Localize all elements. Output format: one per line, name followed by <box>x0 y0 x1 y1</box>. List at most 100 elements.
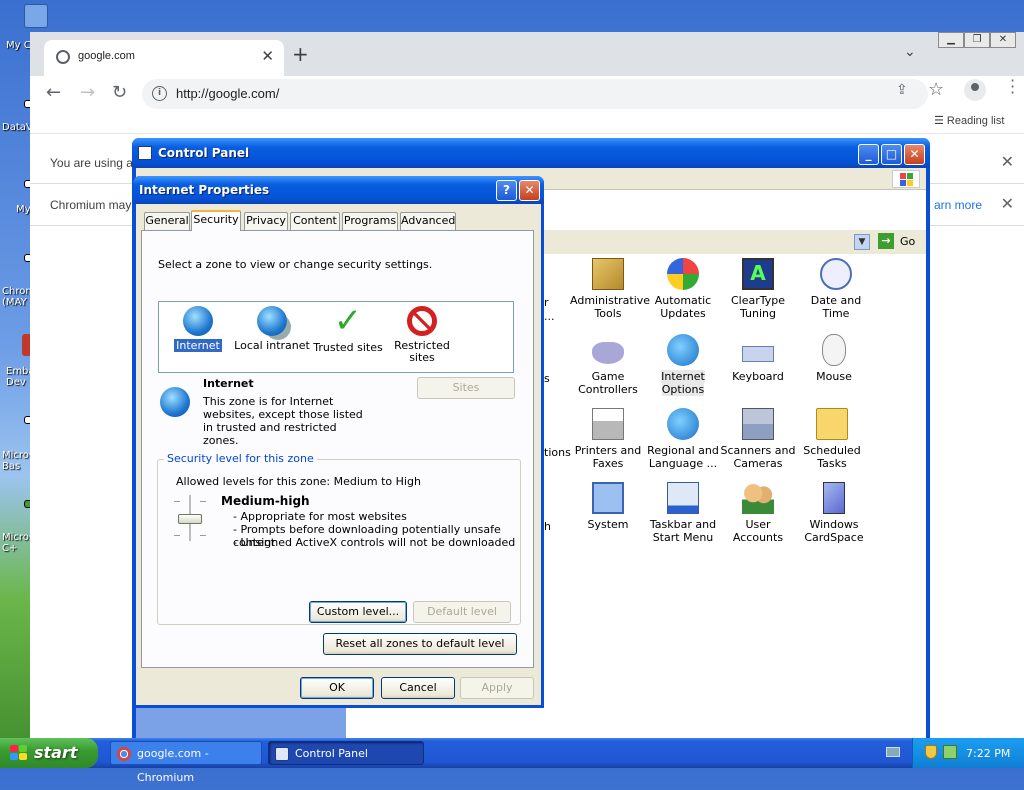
minimize-button[interactable]: _ <box>858 144 879 165</box>
task-pane-footer <box>136 706 346 738</box>
tab-advanced[interactable]: Advanced <box>400 212 456 230</box>
desktop-icon-my-computer[interactable]: My C <box>0 4 48 52</box>
address-dropdown-button[interactable]: ▼ <box>854 234 870 250</box>
close-tab-icon[interactable]: ✕ <box>261 47 274 65</box>
cp-item-cleartype-tuning[interactable]: A ClearType Tuning <box>720 258 796 320</box>
cp-item-game-controllers[interactable]: Game Controllers <box>570 334 646 396</box>
allowed-levels-text: Allowed levels for this zone: Medium to … <box>176 475 421 488</box>
cp-item-regional-language[interactable]: Regional and Language ... <box>645 408 721 470</box>
help-button[interactable]: ? <box>496 180 517 201</box>
desktop-icon-datav[interactable]: DataV <box>0 100 34 134</box>
tab-google[interactable]: google.com ✕ <box>44 40 284 76</box>
zone-info-globe-icon <box>160 387 190 417</box>
control-panel-titlebar[interactable]: Control Panel _ □ ✕ <box>132 138 930 168</box>
close-button[interactable]: ✕ <box>990 32 1016 48</box>
keyboard-tray-icon[interactable] <box>886 747 900 757</box>
dialog-titlebar[interactable]: Internet Properties ? ✕ <box>133 176 544 204</box>
address-bar[interactable]: i http://google.com/ <box>142 79 928 109</box>
chevron-down-icon[interactable]: ⌄ <box>904 44 916 60</box>
minimize-button[interactable]: ▁ <box>938 32 964 48</box>
zone-label: Restricted sites <box>394 339 450 364</box>
tab-content[interactable]: Content <box>290 212 340 230</box>
slider-thumb[interactable] <box>178 514 202 524</box>
forward-icon[interactable]: → <box>80 82 95 103</box>
cp-item-label: User Accounts <box>732 518 784 544</box>
custom-level-button[interactable]: Custom level... <box>309 601 407 623</box>
cp-item-user-accounts[interactable]: User Accounts <box>720 482 796 544</box>
cp-item-scheduled-tasks[interactable]: Scheduled Tasks <box>794 408 870 470</box>
chromium-icon <box>117 747 131 761</box>
sites-button[interactable]: Sites <box>417 377 515 399</box>
zone-internet[interactable]: Internet <box>159 304 237 353</box>
cp-item-date-time[interactable]: Date and Time <box>798 258 874 320</box>
apply-button[interactable]: Apply <box>460 677 534 699</box>
back-icon[interactable]: ← <box>46 82 61 103</box>
administrative-tools-icon <box>592 258 624 290</box>
cp-item-administrative-tools[interactable]: Administrative Tools <box>570 258 650 320</box>
close-icon[interactable]: ✕ <box>1001 152 1014 171</box>
go-button[interactable]: → Go <box>876 233 926 251</box>
profile-avatar-icon[interactable] <box>964 79 986 101</box>
cp-item-label: Mouse <box>816 370 852 383</box>
close-button[interactable]: ✕ <box>904 144 925 165</box>
tab-security[interactable]: Security <box>191 210 241 231</box>
game-controllers-icon <box>592 342 624 364</box>
windows-cardspace-icon <box>823 482 845 514</box>
windows-logo-icon <box>10 745 28 761</box>
internet-properties-dialog: Internet Properties ? ✕ General Security… <box>133 176 544 708</box>
reset-all-zones-button[interactable]: Reset all zones to default level <box>323 633 517 655</box>
cp-item-printers-faxes[interactable]: Printers and Faxes <box>570 408 646 470</box>
menu-kebab-icon[interactable]: · · · <box>1010 73 1015 101</box>
cp-item-automatic-updates[interactable]: Automatic Updates <box>645 258 721 320</box>
control-panel-icon <box>275 747 289 761</box>
start-button[interactable]: start <box>0 738 98 768</box>
local-intranet-icon <box>257 306 287 336</box>
cp-item-keyboard[interactable]: Keyboard <box>720 334 796 383</box>
zone-restricted-sites[interactable]: Restricted sites <box>383 304 461 364</box>
cp-item-system[interactable]: System <box>570 482 646 531</box>
security-level-group-label: Security level for this zone <box>164 452 317 465</box>
tab-title: google.com <box>78 50 135 62</box>
share-icon[interactable]: ⇪ <box>896 82 908 98</box>
reading-list-button[interactable]: ☰ Reading list <box>934 114 1004 127</box>
cleartype-tuning-icon: A <box>742 258 774 290</box>
info-icon[interactable]: i <box>152 86 167 101</box>
close-icon[interactable]: ✕ <box>1001 194 1014 213</box>
maximize-button[interactable]: ❐ <box>964 32 990 48</box>
cp-item-label: Scheduled Tasks <box>803 444 861 470</box>
close-button[interactable]: ✕ <box>519 180 540 201</box>
tab-general[interactable]: General <box>144 212 190 230</box>
cp-item-internet-options[interactable]: Internet Options <box>645 334 721 396</box>
cp-item-windows-cardspace[interactable]: Windows CardSpace <box>796 482 872 544</box>
taskbar-item-chromium[interactable]: google.com - Chromium <box>110 741 262 784</box>
default-level-button[interactable]: Default level <box>413 601 511 623</box>
cp-item-mouse[interactable]: Mouse <box>796 334 872 383</box>
security-level-slider[interactable] <box>172 495 208 541</box>
cp-item-scanners-cameras[interactable]: Scanners and Cameras <box>720 408 796 470</box>
new-tab-icon[interactable]: + <box>292 42 309 66</box>
security-shield-icon[interactable] <box>925 745 937 759</box>
learn-more-link[interactable]: arn more <box>934 198 982 212</box>
desktop-icon-embarcadero[interactable]: Emba Dev <box>0 334 35 394</box>
tab-programs[interactable]: Programs <box>342 212 398 230</box>
maximize-button[interactable]: □ <box>881 144 902 165</box>
network-tray-icon[interactable] <box>943 745 957 759</box>
security-level-name: Medium-high <box>221 494 310 508</box>
desktop-icon-my[interactable]: My <box>0 180 34 216</box>
zone-local-intranet[interactable]: Local intranet <box>233 304 311 352</box>
cp-item-taskbar-start-menu[interactable]: Taskbar and Start Menu <box>645 482 721 544</box>
taskbar-item-control-panel[interactable]: Control Panel <box>268 741 424 765</box>
tab-privacy[interactable]: Privacy <box>244 212 288 230</box>
computer-icon <box>24 4 48 28</box>
infobar-text: Chromium may <box>50 198 132 212</box>
desktop-icon-ms-basic[interactable]: Micros Bas <box>0 416 34 476</box>
cancel-button[interactable]: Cancel <box>381 677 455 699</box>
desktop-icon-chromium[interactable]: Chron (MAY <box>0 254 34 310</box>
cp-item-label: Scanners and Cameras <box>720 444 796 470</box>
zone-trusted-sites[interactable]: ✓ Trusted sites <box>309 304 387 354</box>
bookmark-star-icon[interactable]: ☆ <box>928 79 944 100</box>
desktop-icon-ms-cpp[interactable]: Micros C+ <box>0 500 34 560</box>
desktop-icon-label: My <box>16 204 31 215</box>
ok-button[interactable]: OK <box>300 677 374 699</box>
reload-icon[interactable]: ↻ <box>112 82 127 103</box>
